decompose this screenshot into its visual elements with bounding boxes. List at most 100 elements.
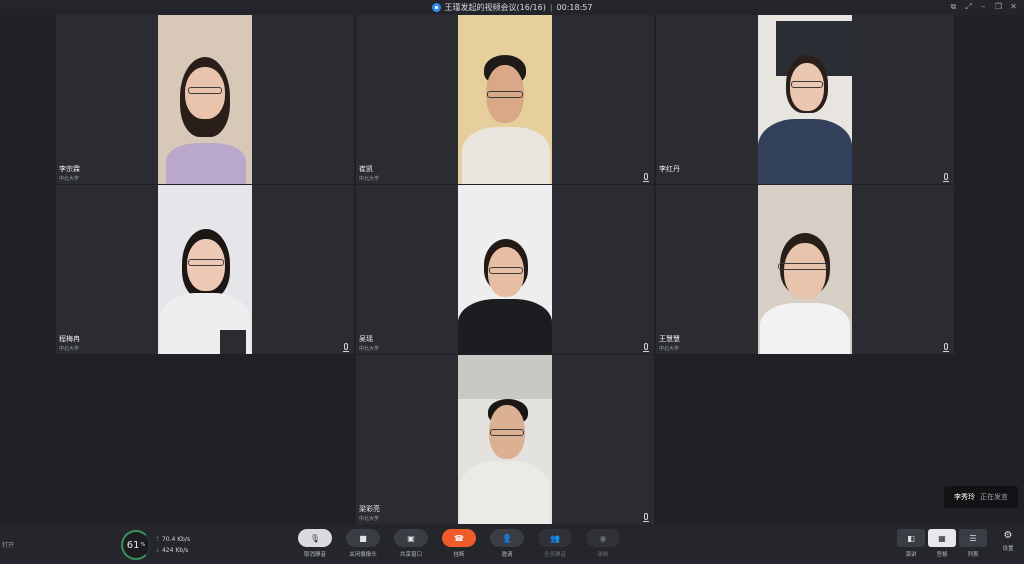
participant-name: 李红丹 <box>659 165 680 173</box>
participant-tile[interactable]: ⤡ 吴瑶 中北大学 <box>356 185 654 354</box>
mic-icon: 🎙 <box>298 529 332 547</box>
video-grid: 李宗霖 中北大学 崔凯 中北大学 李红丹 程梅冉 中北大学 吴瑶 中北大学 王慧… <box>56 15 955 524</box>
invite-button[interactable]: 👤 邀请 <box>487 529 527 561</box>
participant-tile[interactable]: 李宗霖 中北大学 <box>56 15 354 184</box>
list-view-icon: ☰ <box>959 529 987 547</box>
invite-icon: 👤 <box>490 529 524 547</box>
network-score-unit: % <box>140 542 146 548</box>
title-separator: | <box>549 3 553 12</box>
participant-tile[interactable]: 王慧慧 中北大学 <box>656 185 954 354</box>
minimize-icon[interactable]: – <box>979 2 988 11</box>
participant-org: 中北大学 <box>359 176 380 182</box>
meeting-app-icon <box>431 3 441 12</box>
participant-name: 吴瑶 <box>359 335 373 343</box>
upload-arrow-icon: ↑ <box>155 536 161 543</box>
speaker-view-icon: ◧ <box>897 529 925 547</box>
participant-figure <box>458 15 552 184</box>
popout-icon[interactable]: ⧉ <box>949 2 958 11</box>
record-icon: ◉ <box>586 529 620 547</box>
mic-icon <box>343 343 349 352</box>
participant-tile[interactable]: 梁彩亮 中北大学 <box>356 355 654 524</box>
mic-icon <box>643 343 649 352</box>
participant-tile[interactable]: 程梅冉 中北大学 <box>56 185 354 354</box>
speaking-indicator: 李秀玲 正在发言 <box>944 486 1018 508</box>
participant-org: 中北大学 <box>59 176 80 182</box>
download-unit: Kb/s <box>175 547 189 554</box>
unmute-label: 取消静音 <box>303 552 326 558</box>
participant-video <box>458 15 552 184</box>
camera-off-label: 关闭摄像头 <box>349 552 377 558</box>
participant-name: 王慧慧 <box>659 335 680 343</box>
window-controls: ⧉ ⤢ – ❐ ✕ <box>949 2 1018 11</box>
unmute-button[interactable]: 🎙 取消静音 <box>295 529 335 561</box>
meeting-timer: 00:18:57 <box>556 3 593 12</box>
participant-name: 程梅冉 <box>59 335 80 343</box>
participant-video <box>158 15 252 184</box>
participant-figure <box>458 355 552 524</box>
participant-org: 中北大学 <box>359 346 380 352</box>
upload-value: 70.4 <box>161 536 176 543</box>
share-window-label: 共享窗口 <box>399 552 422 558</box>
download-rate: ↓ 424 Kb/s <box>155 547 188 554</box>
mic-icon <box>643 173 649 182</box>
title-bar: 王瑾发起的视频会议(16/16) | 00:18:57 ⧉ ⤢ – ❐ ✕ <box>0 0 1024 15</box>
hangup-button[interactable]: ☎ 挂断 <box>439 529 479 561</box>
record-button[interactable]: ◉ 录制 <box>583 529 623 561</box>
speaking-status: 正在发言 <box>980 493 1008 501</box>
participant-figure <box>758 15 852 184</box>
share-icon: ▣ <box>394 529 428 547</box>
hangup-icon: ☎ <box>442 529 476 547</box>
network-score-ring: 61% <box>121 530 151 560</box>
list-view-button[interactable]: ☰ 列表 <box>953 529 993 561</box>
settings-label: 设置 <box>1002 546 1014 552</box>
gear-icon: ⚙ <box>1003 530 1013 541</box>
mic-icon <box>943 343 949 352</box>
window-title-group: 王瑾发起的视频会议(16/16) | 00:18:57 <box>431 2 593 13</box>
invite-label: 邀请 <box>501 552 513 558</box>
participant-org: 中北大学 <box>59 346 80 352</box>
participant-video <box>158 185 252 354</box>
camera-icon: ■ <box>346 529 380 547</box>
participant-figure <box>158 15 252 184</box>
bottom-toolbar: 打开 61% ↑ 70.4 Kb/s ↓ 424 Kb/s 🎙 取消静音 ■ 关… <box>0 524 1024 564</box>
camera-off-button[interactable]: ■ 关闭摄像头 <box>343 529 383 561</box>
participant-figure <box>758 185 852 354</box>
participant-video <box>758 185 852 354</box>
participant-figure <box>458 185 552 354</box>
participant-name: 李宗霖 <box>59 165 80 173</box>
side-panel-toggle[interactable]: 打开 <box>2 540 14 549</box>
participant-org: 中北大学 <box>359 516 380 522</box>
participant-name: 崔凯 <box>359 165 373 173</box>
list-view-label: 列表 <box>967 552 979 558</box>
fullscreen-icon[interactable]: ⤢ <box>964 2 973 11</box>
participant-tile[interactable]: 崔凯 中北大学 <box>356 15 654 184</box>
speaker-name: 李秀玲 <box>954 493 975 501</box>
mute-all-button[interactable]: 👥 全员静音 <box>535 529 575 561</box>
participant-video <box>458 185 552 354</box>
settings-button[interactable]: ⚙ 设置 <box>998 530 1018 560</box>
mute-all-label: 全员静音 <box>543 552 566 558</box>
participant-figure <box>158 185 252 354</box>
download-arrow-icon: ↓ <box>155 547 161 554</box>
participant-org: 中北大学 <box>659 346 680 352</box>
grid-view-label: 宫格 <box>936 552 948 558</box>
speaker-view-label: 演讲 <box>905 552 917 558</box>
restore-icon[interactable]: ❐ <box>994 2 1003 11</box>
upload-rate: ↑ 70.4 Kb/s <box>155 536 190 543</box>
participant-video <box>758 15 852 184</box>
network-status[interactable]: 61% ↑ 70.4 Kb/s ↓ 424 Kb/s <box>121 528 190 560</box>
participant-video <box>458 355 552 524</box>
mic-icon <box>643 513 649 522</box>
record-label: 录制 <box>597 552 609 558</box>
close-icon[interactable]: ✕ <box>1009 2 1018 11</box>
mic-icon <box>943 173 949 182</box>
network-score: 61 <box>126 539 140 551</box>
participant-tile[interactable]: 李红丹 <box>656 15 954 184</box>
mute-all-icon: 👥 <box>538 529 572 547</box>
share-window-button[interactable]: ▣ 共享窗口 <box>391 529 431 561</box>
hangup-label: 挂断 <box>453 552 465 558</box>
upload-unit: Kb/s <box>177 536 191 543</box>
download-value: 424 <box>161 547 174 554</box>
window-title: 王瑾发起的视频会议(16/16) <box>444 3 546 12</box>
grid-view-icon: ▦ <box>928 529 956 547</box>
